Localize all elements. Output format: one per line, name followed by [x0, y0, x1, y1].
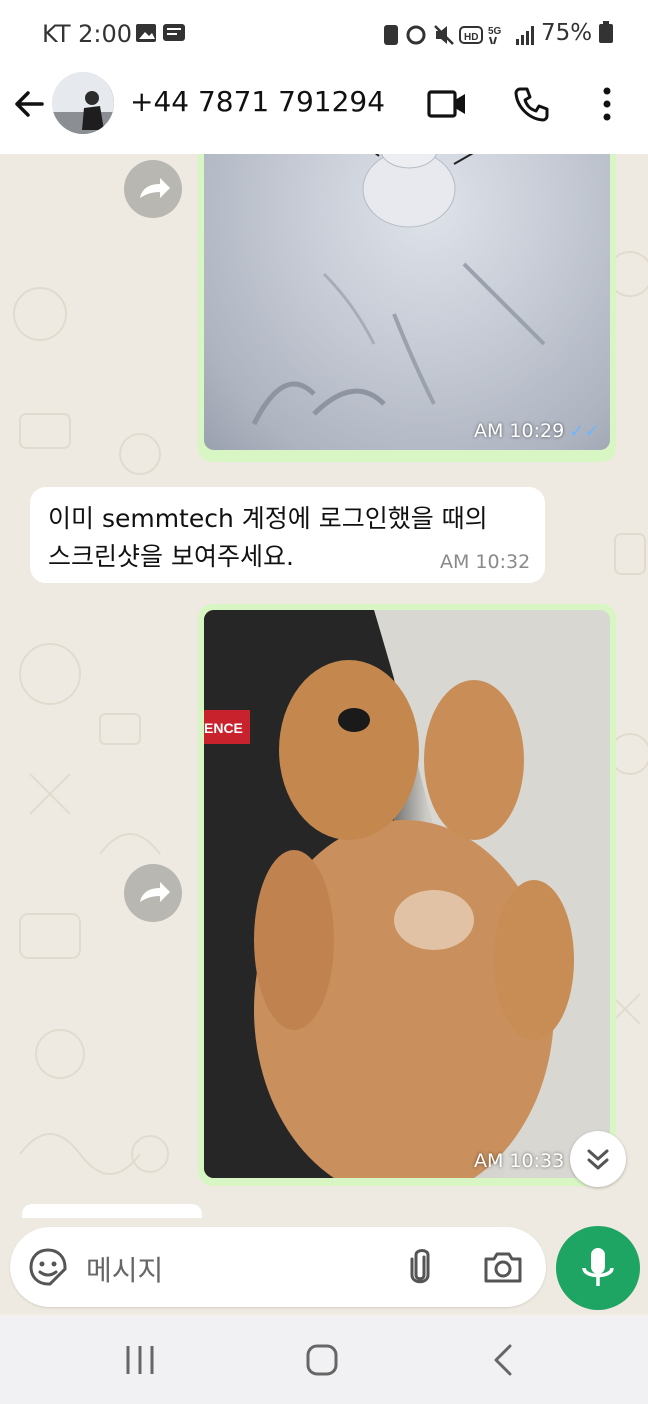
scroll-to-bottom-button[interactable] [570, 1131, 626, 1187]
message-time: AM 10:29 [474, 420, 565, 442]
emoji-button[interactable] [28, 1247, 68, 1291]
recent-apps-icon [126, 1346, 154, 1374]
home-icon [306, 1344, 338, 1376]
signal-icon [516, 39, 519, 45]
microphone-icon [582, 1248, 614, 1286]
back-button[interactable] [12, 86, 48, 122]
forward-button[interactable] [124, 864, 182, 922]
status-system-icons: HD 5G [380, 22, 540, 52]
video-camera-icon [427, 90, 465, 118]
snow-photo[interactable] [204, 154, 610, 450]
chat-header: +44 7871 791294 [0, 70, 648, 154]
paperclip-icon [410, 1249, 430, 1284]
more-vertical-icon [603, 87, 611, 121]
partial-message-bubble [22, 1204, 202, 1218]
voice-call-button[interactable] [512, 84, 556, 124]
status-notification-icons [136, 22, 188, 52]
status-time: KT 2:00 [42, 20, 133, 48]
forward-icon [140, 178, 170, 198]
message-meta: AM 10:29 ✓✓ [474, 420, 599, 442]
alarm-icon [406, 25, 426, 45]
read-ticks-icon: ✓✓ [569, 421, 600, 442]
chat-area[interactable]: AM 10:29 ✓✓ 이미 semmtech 계정에 로그인했을 때의 스크린… [0, 154, 648, 1314]
camera-icon [484, 1252, 522, 1283]
system-back-button[interactable] [486, 1342, 522, 1382]
forward-button[interactable] [124, 160, 182, 218]
voice-record-button[interactable] [556, 1226, 640, 1310]
svg-text:HD: HD [464, 32, 478, 43]
home-button[interactable] [302, 1342, 342, 1382]
camera-button[interactable] [482, 1247, 524, 1291]
recent-apps-button[interactable] [120, 1342, 160, 1382]
message-input[interactable]: 메시지 [86, 1249, 163, 1289]
double-chevron-down-icon [587, 1149, 609, 1170]
image-message[interactable]: ENCE AM 10:33 ✓✓ [198, 604, 616, 1186]
message-time: AM 10:32 [440, 551, 531, 573]
incoming-message[interactable]: 이미 semmtech 계정에 로그인했을 때의 스크린샷을 보여주세요. AM… [30, 487, 545, 583]
chevron-left-icon [494, 1344, 512, 1376]
message-composer[interactable]: 메시지 [10, 1227, 546, 1307]
battery-level: 75% [541, 20, 614, 46]
message-time: AM 10:33 [474, 1150, 565, 1172]
battery-icon [599, 21, 614, 43]
message-text-line2: 스크린샷을 보여주세요. [48, 542, 294, 571]
sticker-emoji-icon [29, 1248, 67, 1286]
message-text-line1: 이미 semmtech 계정에 로그인했을 때의 [48, 504, 488, 533]
network-icon: 5G [488, 26, 502, 37]
system-nav-bar [0, 1316, 648, 1404]
phone-icon [514, 87, 549, 122]
nfc-icon [384, 25, 398, 45]
back-arrow-icon [15, 91, 44, 117]
dog-photo[interactable]: ENCE [204, 610, 610, 1178]
message-icon [163, 24, 185, 41]
attach-button[interactable] [404, 1247, 436, 1291]
shirt-text: ENCE [204, 720, 243, 736]
contact-avatar[interactable] [52, 72, 114, 134]
more-options-button[interactable] [592, 84, 622, 124]
video-call-button[interactable] [426, 84, 470, 124]
image-message[interactable]: AM 10:29 ✓✓ [198, 154, 616, 462]
contact-name[interactable]: +44 7871 791294 [130, 85, 385, 118]
status-bar: KT 2:00 HD 5G 75% [0, 0, 648, 70]
forward-icon [140, 882, 170, 902]
